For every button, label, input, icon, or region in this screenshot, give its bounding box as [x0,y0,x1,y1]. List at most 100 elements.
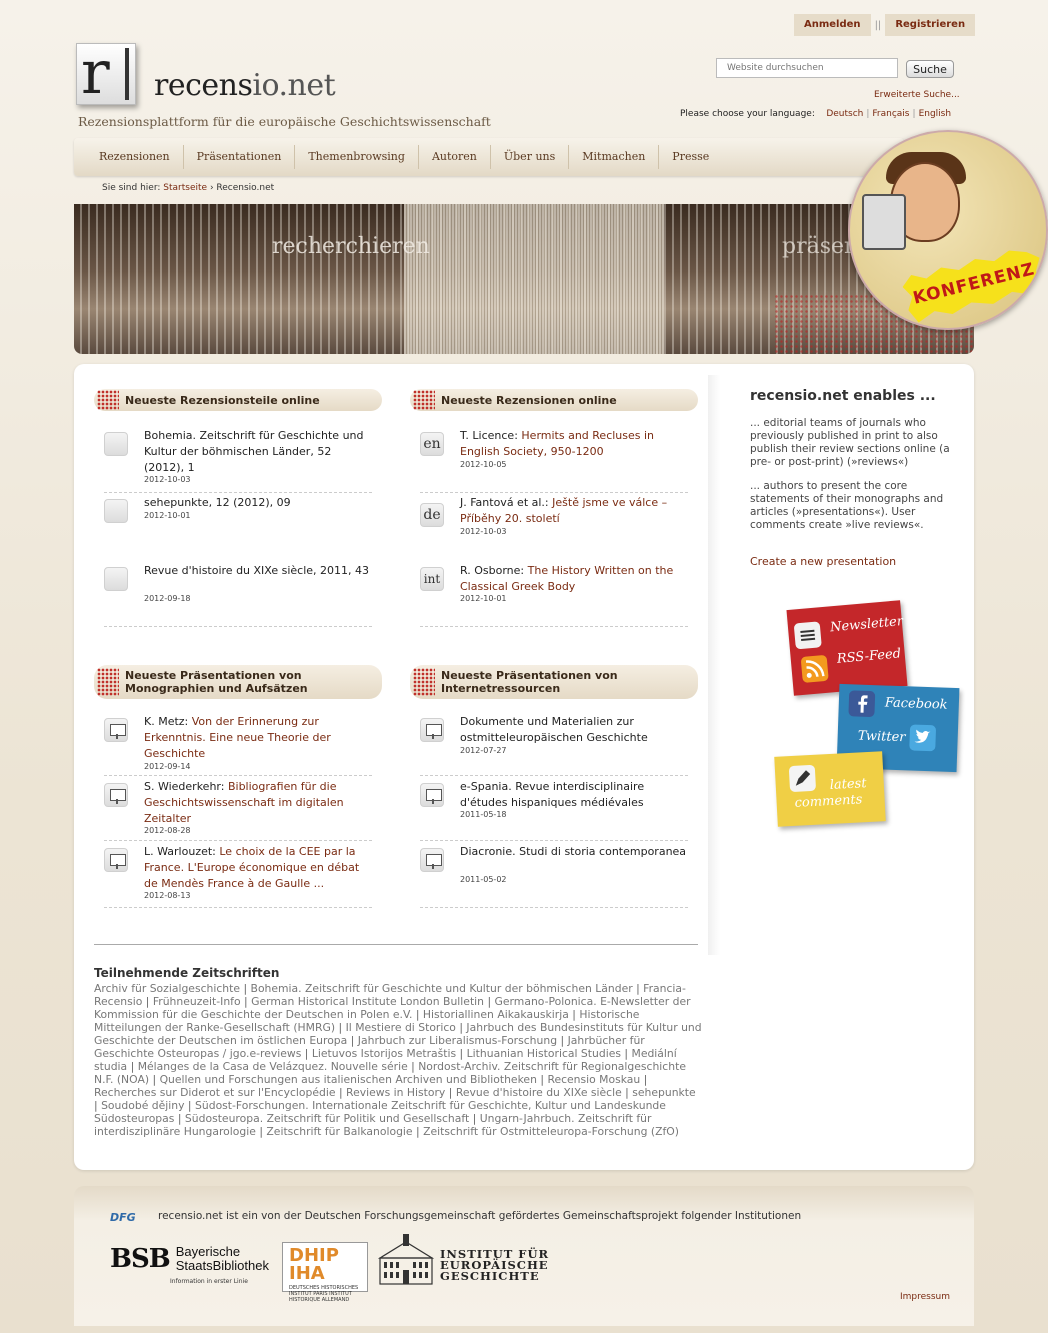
list-item[interactable]: sehepunkte, 12 (2012), 09 2012-10-01 [104,495,372,562]
language-francais[interactable]: Français [872,109,909,119]
nav-themenbrowsing[interactable]: Themenbrowsing [295,145,419,169]
search-button[interactable]: Suche [906,60,954,78]
list-item[interactable]: Diacronie. Studi di storia contemporanea… [420,844,688,908]
nav-autoren[interactable]: Autoren [419,145,491,169]
journal-link[interactable]: Soudobé dějiny [101,1099,184,1112]
journal-link[interactable]: Jahrbuch zur Liberalismus-Forschung [358,1034,557,1047]
nav-ueber-uns[interactable]: Über uns [491,145,570,169]
item-title[interactable]: Dokumente und Materialien zur ostmittele… [460,714,688,746]
journal-separator: | [536,1073,548,1086]
item-title[interactable]: Diacronie. Studi di storia contemporanea [460,844,688,860]
ieg-building-icon [378,1234,434,1285]
item-title[interactable]: sehepunkte, 12 (2012), 09 [144,495,372,511]
nav-rezensionen[interactable]: Rezensionen [86,145,184,169]
dfg-logo[interactable]: DFG [110,1211,136,1224]
item-title[interactable]: R. Osborne: The History Written on the C… [460,563,688,595]
list-item[interactable]: Revue d'histoire du XIXe siècle, 2011, 4… [104,563,372,627]
journal-link[interactable]: Bohemia. Zeitschrift für Geschichte und … [251,982,633,995]
item-title[interactable]: J. Fantová et al.: Ještě jsme ve válce –… [460,495,688,527]
journals-heading: Teilnehmende Zeitschriften [94,966,280,980]
section-heading-praesentationen-internet: Neueste Präsentationen von Internetressou… [410,665,698,699]
journal-link[interactable]: Lietuvos Istorijos Metraštis [312,1047,456,1060]
journal-link[interactable]: Il Mestiere di Storico [346,1021,456,1034]
latest-comments-label-2[interactable]: comments [794,792,862,811]
item-date: 2011-05-02 [460,875,507,884]
journal-link[interactable]: Frühneuzeit-Info [153,995,241,1008]
konferenz-badge[interactable]: KONFERENZ [848,130,1048,330]
journal-link[interactable]: Historiallinen Aikakauskirja [423,1008,569,1021]
bsb-logo[interactable]: BSB Bayerische StaatsBibliothek Informati… [110,1244,269,1285]
journal-link[interactable]: Revue d'histoire du XIXe siècle [456,1086,622,1099]
register-button[interactable]: Registrieren [885,14,976,36]
journal-link[interactable]: Reviews in History [346,1086,445,1099]
journal-separator: | [640,1073,648,1086]
impressum-link[interactable]: Impressum [900,1292,950,1302]
journal-separator: | [557,1034,568,1047]
item-title[interactable]: L. Warlouzet: Le choix de la CEE par la … [144,844,372,892]
journal-link[interactable]: Lithuanian Historical Studies [467,1047,621,1060]
nav-presse[interactable]: Presse [659,145,722,169]
journal-link[interactable]: Zeitschrift für Ostmitteleuropa-Forschun… [423,1125,679,1138]
language-deutsch[interactable]: Deutsch [826,109,863,119]
journal-link[interactable]: Recensio Moskau [547,1073,640,1086]
newsletter-link[interactable]: Newsletter [830,614,904,635]
ieg-logo-text[interactable]: INSTITUT FÜR EUROPÄISCHE GESCHICHTE [440,1248,549,1282]
item-date: 2012-08-28 [144,826,191,835]
section-heading-rezensionen: Neueste Rezensionen online [410,389,698,411]
item-title[interactable]: K. Metz: Von der Erinnerung zur Erkenntn… [144,714,372,762]
dhip-subtitle: DEUTSCHES HISTORISCHES INSTITUT PARIS IN… [289,1285,359,1303]
nav-praesentationen[interactable]: Präsentationen [184,145,296,169]
search-input[interactable] [716,58,898,78]
breadcrumb-home[interactable]: Startseite [163,183,207,193]
list-item[interactable]: S. Wiederkehr: Bibliografien für die Ges… [104,779,372,841]
journal-link[interactable]: Archiv für Sozialgeschichte [94,982,240,995]
twitter-link[interactable]: Twitter [857,729,905,746]
list-item[interactable]: en T. Licence: Hermits and Recluses in E… [420,428,688,493]
banner-book-pages [404,204,664,354]
item-date: 2012-09-14 [144,762,191,771]
logo-icon[interactable]: r [76,43,136,105]
item-title[interactable]: Bohemia. Zeitschrift für Geschichte und … [144,428,372,476]
list-item[interactable]: Bohemia. Zeitschrift für Geschichte und … [104,428,372,493]
login-button[interactable]: Anmelden [794,14,871,36]
language-badge-int: int [420,567,444,591]
advanced-search-link[interactable]: Erweiterte Suche... [874,90,960,100]
journal-link[interactable]: Zeitschrift für Balkanologie [266,1125,412,1138]
latest-comments-label-1[interactable]: latest [829,776,866,793]
logo-text[interactable]: recensio.net [154,68,336,103]
nav-mitmachen[interactable]: Mitmachen [569,145,660,169]
list-item[interactable]: e-Spania. Revue interdisciplinaire d'étu… [420,779,688,841]
journal-link[interactable]: Mélanges de la Casa de Velázquez. Nouvel… [138,1060,408,1073]
newsletter-rss-note[interactable]: Newsletter RSS-Feed [786,600,908,696]
item-date: 2012-07-27 [460,746,507,755]
hero-banner[interactable]: recherchieren präsen [74,204,974,354]
rss-feed-link[interactable]: RSS-Feed [836,646,901,667]
item-title[interactable]: S. Wiederkehr: Bibliografien für die Ges… [144,779,372,827]
section-heading-rezensionsteile: Neueste Rezensionsteile online [94,389,382,411]
journal-separator: | [184,1099,196,1112]
journal-link[interactable]: sehepunkte [632,1086,695,1099]
journal-link[interactable]: Quellen und Forschungen aus italienische… [160,1073,537,1086]
banner-word-right: präsen [782,234,859,259]
item-title[interactable]: Revue d'histoire du XIXe siècle, 2011, 4… [144,563,372,579]
list-item[interactable]: L. Warlouzet: Le choix de la CEE par la … [104,844,372,908]
item-date: 2011-05-18 [460,810,507,819]
journal-link[interactable]: German Historical Institute London Bulle… [251,995,484,1008]
journal-link[interactable]: Recherches sur Diderot et sur l'Encyclop… [94,1086,336,1099]
breadcrumb-label: Sie sind hier: [102,183,161,193]
column-shadow [708,375,720,955]
latest-comments-note[interactable]: latest comments [774,751,886,827]
facebook-link[interactable]: Facebook [885,696,948,713]
list-item[interactable]: Dokumente und Materialien zur ostmittele… [420,714,688,776]
presentation-icon [420,848,444,872]
dhip-iha-logo[interactable]: DHIP IHA DEUTSCHES HISTORISCHES INSTITUT … [282,1242,368,1303]
item-title[interactable]: e-Spania. Revue interdisciplinaire d'étu… [460,779,688,811]
language-english[interactable]: English [919,109,952,119]
item-title[interactable]: T. Licence: Hermits and Recluses in Engl… [460,428,688,460]
create-presentation-link[interactable]: Create a new presentation [750,555,896,568]
journal-link[interactable]: Südosteuropa. Zeitschrift für Politik un… [185,1112,469,1125]
list-item[interactable]: de J. Fantová et al.: Ještě jsme ve válc… [420,495,688,562]
list-item[interactable]: int R. Osborne: The History Written on t… [420,563,688,627]
journal-separator: | [335,1021,346,1034]
list-item[interactable]: K. Metz: Von der Erinnerung zur Erkenntn… [104,714,372,776]
